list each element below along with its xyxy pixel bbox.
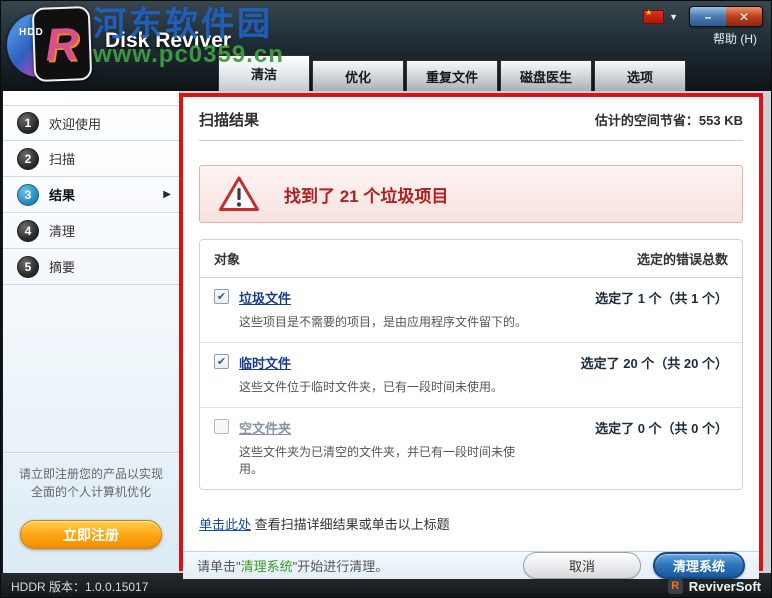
junk-files-link[interactable]: 垃圾文件 <box>239 288 527 307</box>
footer-instruction-post: "开始进行清理。 <box>292 559 389 574</box>
selected-count: 选定了 20 个（共 20 个） <box>580 356 728 371</box>
space-savings-value: 553 KB <box>698 113 743 128</box>
register-text-line1: 请立即注册您的产品以实现 <box>18 466 163 481</box>
tab-optimize[interactable]: 优化 <box>312 60 404 91</box>
page-title: 扫描结果 <box>199 112 260 129</box>
row-description: 这些文件位于临时文件夹，已有一段时间未使用。 <box>239 380 504 394</box>
minimize-button[interactable]: – <box>690 7 726 26</box>
row-main: ✔ 垃圾文件 这些项目是不需要的项目，是由应用程序文件留下的。 <box>214 288 538 330</box>
app-title: Disk Reviver <box>105 29 232 52</box>
help-menu[interactable]: 帮助 (H) <box>713 30 757 47</box>
title-bar: R HDD Disk Reviver 河东软件园 www.pc0359.cn ▼… <box>1 1 771 91</box>
body: 1 欢迎使用 2 扫描 3 结果 ▶ 4 清理 5 摘要 请立即注册您的产品以实… <box>1 91 771 579</box>
clean-system-button[interactable]: 清理系统 <box>653 552 745 579</box>
alert-message: 找到了 21 个垃圾项目 <box>284 186 449 206</box>
step-label: 结果 <box>49 188 76 203</box>
empty-folders-link[interactable]: 空文件夹 <box>239 418 538 437</box>
version-label: HDDR 版本：1.0.0.15017 <box>11 579 149 594</box>
row-main: 空文件夹 这些文件夹为已清空的文件夹，并已有一段时间未使用。 <box>214 418 538 477</box>
column-object: 对象 <box>214 252 241 267</box>
sidebar-step-welcome[interactable]: 1 欢迎使用 <box>3 105 179 141</box>
row-description: 这些文件夹为已清空的文件夹，并已有一段时间未使用。 <box>239 445 516 476</box>
step-label: 清理 <box>49 224 76 239</box>
table-header: 对象 选定的错误总数 <box>200 240 742 278</box>
tab-bar: 清洁 优化 重复文件 磁盘医生 选项 <box>218 55 686 91</box>
click-here-link[interactable]: 单击此处 <box>199 517 251 532</box>
logo-hdd-label: HDD <box>19 27 44 38</box>
step-number-badge: 5 <box>17 255 39 278</box>
header-divider <box>199 140 743 141</box>
reviversoft-label: ReviverSoft <box>688 578 761 594</box>
register-now-button[interactable]: 立即注册 <box>20 520 162 549</box>
step-label: 扫描 <box>49 152 76 167</box>
junk-files-checkbox[interactable]: ✔ <box>214 289 229 304</box>
register-text-line2: 全面的个人计算机优化 <box>30 485 151 500</box>
empty-folders-checkbox[interactable] <box>214 419 229 434</box>
junk-found-alert: 找到了 21 个垃圾项目 <box>199 165 743 223</box>
language-flag-icon[interactable] <box>643 8 665 24</box>
scan-results-panel: 扫描结果 估计的空间节省：553 KB 找到了 21 个垃圾项目 对象 选定的错… <box>179 93 763 579</box>
sidebar-step-results[interactable]: 3 结果 ▶ <box>3 177 179 213</box>
row-description: 这些项目是不需要的项目，是由应用程序文件留下的。 <box>239 315 528 329</box>
results-table: 对象 选定的错误总数 ✔ 垃圾文件 这些项目是不需要的项目，是由应用程序文件留下… <box>199 239 743 490</box>
step-number-badge: 4 <box>17 219 39 242</box>
active-step-arrow-icon: ▶ <box>163 189 171 200</box>
tab-clean[interactable]: 清洁 <box>218 55 310 91</box>
system-buttons: – ✕ <box>689 6 763 27</box>
temp-files-link[interactable]: 临时文件 <box>239 353 503 372</box>
app-logo-icon: R HDD <box>7 5 93 87</box>
sidebar-step-scan[interactable]: 2 扫描 <box>3 141 179 177</box>
chevron-down-icon[interactable]: ▼ <box>669 12 678 22</box>
warning-triangle-icon <box>219 176 259 211</box>
step-label: 摘要 <box>49 260 76 275</box>
table-row-temp-files: ✔ 临时文件 这些文件位于临时文件夹，已有一段时间未使用。 选定了 20 个（共… <box>200 343 742 408</box>
step-number-badge: 1 <box>17 112 39 134</box>
row-text: 空文件夹 这些文件夹为已清空的文件夹，并已有一段时间未使用。 <box>239 418 538 477</box>
column-selected-errors: 选定的错误总数 <box>636 252 728 267</box>
close-button[interactable]: ✕ <box>726 7 762 26</box>
panel-footer: 请单击"清理系统"开始进行清理。 取消 清理系统 <box>183 551 759 579</box>
sidebar: 1 欢迎使用 2 扫描 3 结果 ▶ 4 清理 5 摘要 请立即注册您的产品以实… <box>1 91 179 573</box>
sidebar-step-clean[interactable]: 4 清理 <box>3 213 179 249</box>
row-main: ✔ 临时文件 这些文件位于临时文件夹，已有一段时间未使用。 <box>214 353 538 395</box>
register-promo: 请立即注册您的产品以实现 全面的个人计算机优化 立即注册 <box>3 451 179 573</box>
panel-header: 扫描结果 估计的空间节省：553 KB <box>199 109 743 130</box>
logo-letter: R <box>44 17 80 71</box>
details-hint-text: 查看扫描详细结果或单击以上标题 <box>251 517 450 532</box>
space-savings: 估计的空间节省：553 KB <box>595 110 743 129</box>
tab-options[interactable]: 选项 <box>594 60 686 91</box>
step-number-badge: 2 <box>17 147 39 170</box>
tab-duplicate-files[interactable]: 重复文件 <box>406 60 498 91</box>
footer-clean-system-highlight: 清理系统 <box>240 559 293 574</box>
details-hint: 单击此处 查看扫描详细结果或单击以上标题 <box>199 490 743 551</box>
tab-disk-doctor[interactable]: 磁盘医生 <box>500 60 592 91</box>
row-text: 垃圾文件 这些项目是不需要的项目，是由应用程序文件留下的。 <box>239 288 527 330</box>
table-row-empty-folders: 空文件夹 这些文件夹为已清空的文件夹，并已有一段时间未使用。 选定了 0 个（共… <box>200 408 742 489</box>
sidebar-step-summary[interactable]: 5 摘要 <box>3 249 179 285</box>
main-area: 扫描结果 估计的空间节省：553 KB 找到了 21 个垃圾项目 对象 选定的错… <box>179 91 771 579</box>
footer-buttons: 取消 清理系统 <box>523 552 745 579</box>
step-label: 欢迎使用 <box>49 116 102 132</box>
table-row-junk-files: ✔ 垃圾文件 这些项目是不需要的项目，是由应用程序文件留下的。 选定了 1 个（… <box>200 278 742 343</box>
window-controls: ▼ – ✕ <box>643 6 763 27</box>
step-number-badge: 3 <box>17 183 39 206</box>
panel-content: 扫描结果 估计的空间节省：553 KB 找到了 21 个垃圾项目 对象 选定的错… <box>183 97 759 551</box>
reviversoft-logo-icon: R <box>667 578 683 594</box>
logo-square-shape: R <box>31 6 93 82</box>
temp-files-checkbox[interactable]: ✔ <box>214 354 229 369</box>
reviversoft-brand: R ReviverSoft <box>667 578 761 594</box>
selected-count: 选定了 0 个（共 0 个） <box>595 421 728 436</box>
space-savings-label: 估计的空间节省： <box>594 113 699 128</box>
footer-instruction: 请单击"清理系统"开始进行清理。 <box>197 556 388 575</box>
selected-count: 选定了 1 个（共 1 个） <box>595 291 728 306</box>
footer-instruction-pre: 请单击" <box>197 559 241 574</box>
cancel-button[interactable]: 取消 <box>523 552 641 579</box>
disk-reviver-window: R HDD Disk Reviver 河东软件园 www.pc0359.cn ▼… <box>0 0 772 598</box>
row-text: 临时文件 这些文件位于临时文件夹，已有一段时间未使用。 <box>239 353 503 395</box>
